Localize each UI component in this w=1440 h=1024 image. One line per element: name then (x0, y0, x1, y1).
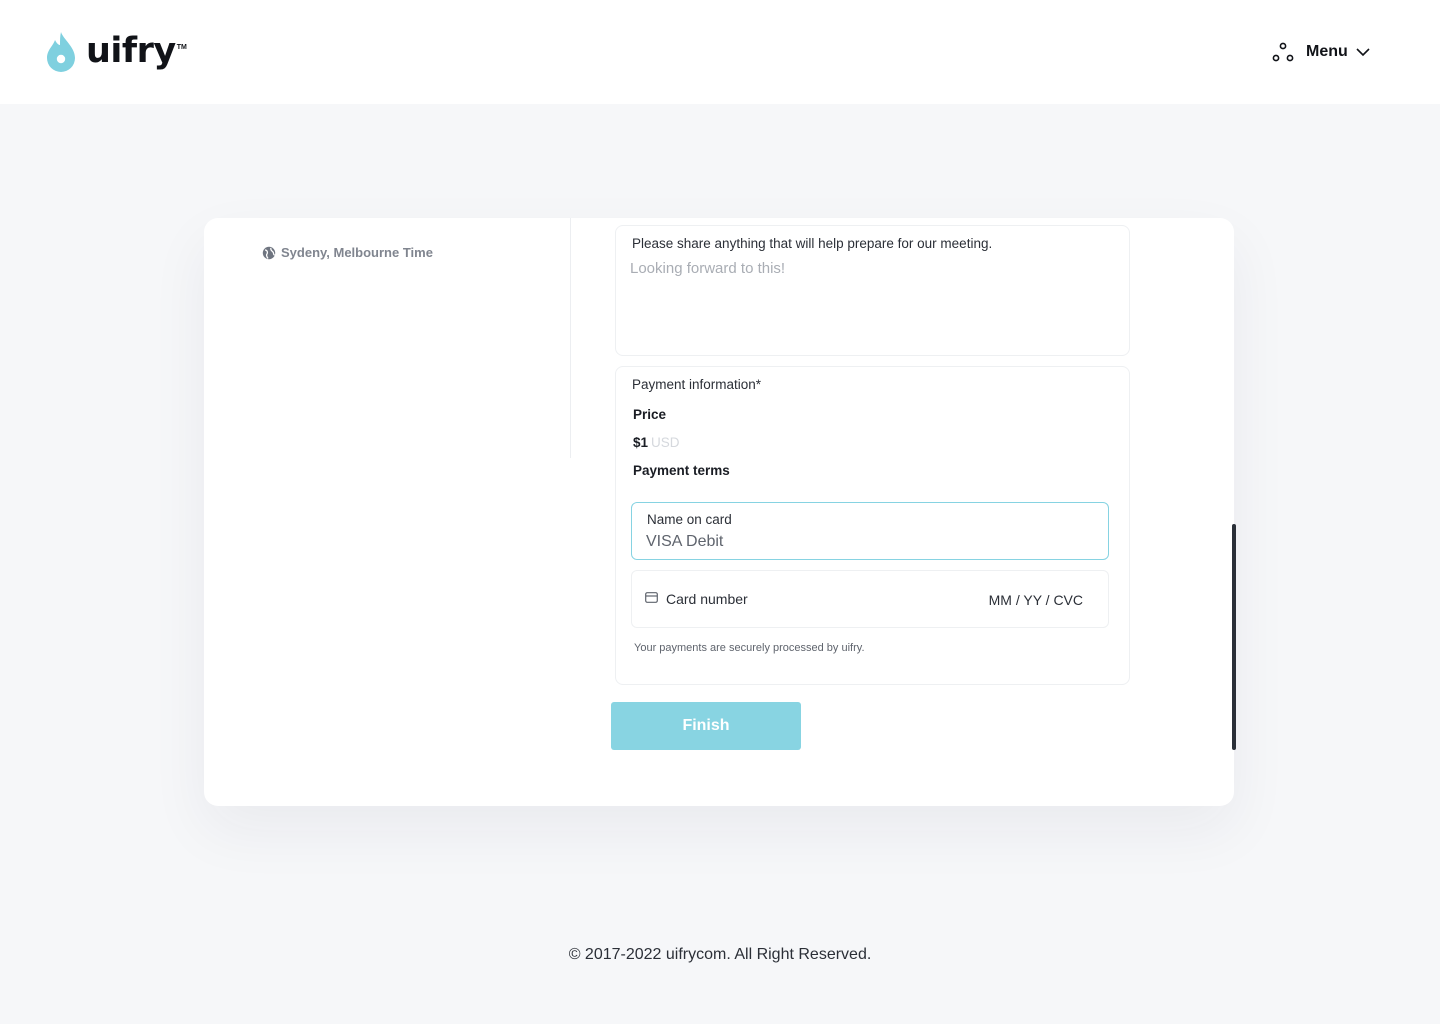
top-header: uifry TM Menu (0, 0, 1440, 104)
secure-payment-note: Your payments are securely processed by … (634, 642, 865, 654)
finish-button[interactable]: Finish (611, 702, 801, 750)
chevron-down-icon (1356, 48, 1370, 57)
card-number-placeholder[interactable]: Card number (666, 591, 748, 607)
menu-label: Menu (1306, 43, 1348, 60)
globe-icon (262, 246, 276, 259)
name-on-card-field[interactable]: Name on card (631, 502, 1109, 560)
timezone-label: Sydeny, Melbourne Time (281, 245, 433, 260)
name-on-card-input[interactable] (646, 530, 1086, 554)
price-row: $1 USD (633, 435, 680, 450)
scrollbar-thumb[interactable] (1232, 524, 1236, 750)
payment-terms-label: Payment terms (633, 463, 730, 478)
credit-card-icon (645, 592, 658, 603)
expiry-cvc-placeholder[interactable]: MM / YY / CVC (989, 592, 1083, 608)
notes-section: Please share anything that will help pre… (615, 225, 1130, 356)
booking-card: Sydeny, Melbourne Time Please share anyt… (204, 218, 1234, 806)
payment-section: Payment information* Price $1 USD Payment… (615, 366, 1130, 685)
flame-drop-icon (47, 32, 75, 72)
card-number-field[interactable]: Card number MM / YY / CVC (631, 570, 1109, 628)
notes-textarea[interactable] (630, 260, 1114, 346)
footer-copyright: © 2017-2022 uifrycom. All Right Reserved… (568, 946, 872, 963)
brand-name: uifry (86, 31, 176, 71)
column-divider (570, 218, 571, 458)
price-currency: USD (651, 435, 680, 450)
name-on-card-label: Name on card (647, 512, 732, 527)
brand-logo[interactable]: uifry TM (44, 30, 187, 74)
payment-section-label: Payment information* (632, 377, 762, 392)
notes-label: Please share anything that will help pre… (632, 236, 993, 251)
menu-button[interactable]: Menu (1272, 40, 1370, 64)
price-label: Price (633, 407, 667, 422)
dots-triangle-icon (1272, 42, 1294, 62)
price-amount: $1 (633, 435, 649, 450)
brand-trademark: TM (176, 44, 187, 51)
timezone-selector[interactable]: Sydeny, Melbourne Time (262, 245, 433, 260)
